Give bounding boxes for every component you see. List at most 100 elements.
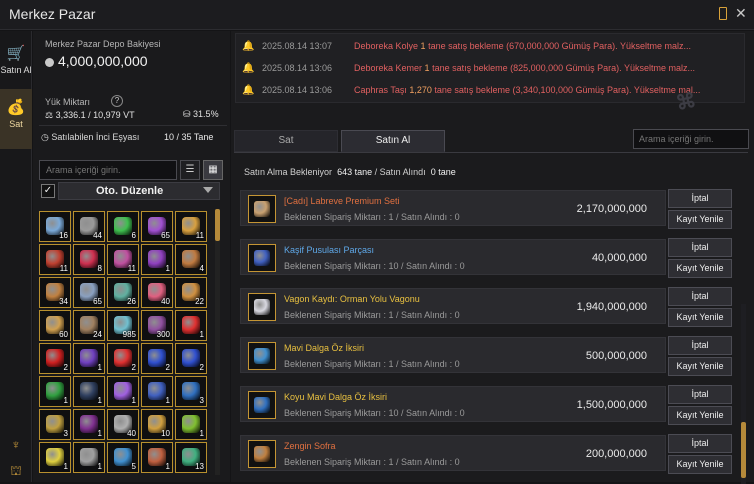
cancel-button[interactable]: İptal [668,385,732,404]
inventory-slot[interactable]: 11 [107,244,139,275]
inventory-search-input[interactable] [39,160,177,180]
order-row[interactable]: Zengin Sofra Beklenen Sipariş Miktarı : 1… [240,435,666,471]
inventory-slot[interactable]: 16 [39,211,71,242]
inventory-slot[interactable]: 22 [175,277,207,308]
inventory-slot[interactable]: 44 [73,211,105,242]
renew-button[interactable]: Kayıt Yenile [668,357,732,376]
inventory-slot[interactable]: 2 [141,343,173,374]
inventory-slot[interactable]: 1 [141,376,173,407]
wallet-title: Merkez Pazar Depo Bakiyesi [45,39,161,49]
item-count: 40 [127,429,136,438]
sidebar-item-buy[interactable]: 🛒 Satın Al [0,39,32,89]
sidebar-item-sell[interactable]: 💰 Sat [0,89,32,149]
order-row[interactable]: Koyu Mavi Dalga Öz İksiri Beklenen Sipari… [240,386,666,422]
chest-icon[interactable]: ⛫ [8,463,24,479]
sort-dropdown[interactable]: Oto. Düzenle [58,182,220,200]
inventory-slot[interactable]: 1 [73,343,105,374]
inventory-slot[interactable]: 11 [175,211,207,242]
inventory-slot[interactable]: 65 [73,277,105,308]
inventory-slot[interactable]: 1 [141,442,173,473]
inventory-slot[interactable]: 1 [39,442,71,473]
inventory-slot[interactable]: 1 [73,442,105,473]
order-scrollbar[interactable] [741,304,746,484]
renew-button[interactable]: Kayıt Yenile [668,455,732,474]
item-image [254,299,270,315]
inventory-slot[interactable]: 65 [141,211,173,242]
order-quantity: Beklenen Sipariş Miktarı : 10 / Satın Al… [284,408,465,418]
item-icon [148,250,166,268]
order-search-input[interactable] [633,129,749,149]
renew-button[interactable]: Kayıt Yenile [668,406,732,425]
inventory-slot[interactable]: 8 [73,244,105,275]
list-view-icon[interactable]: ☰ [180,160,200,180]
cancel-button[interactable]: İptal [668,287,732,306]
order-row[interactable]: Vagon Kaydı: Orman Yolu Vagonu Beklenen S… [240,288,666,324]
item-count: 1 [199,330,204,339]
market-main: 🔔 2025.08.14 13:07 Deboreka Kolye 1 tane s… [231,31,754,484]
inventory-scrollbar[interactable] [215,209,220,475]
inventory-slot[interactable]: 1 [175,409,207,440]
item-count: 1 [165,462,170,471]
item-count: 60 [59,330,68,339]
inventory-slot[interactable]: 3 [175,376,207,407]
inventory-slot[interactable]: 4 [175,244,207,275]
renew-button[interactable]: Kayıt Yenile [668,259,732,278]
inventory-slot[interactable]: 1 [107,376,139,407]
inventory-slot[interactable]: 11 [39,244,71,275]
tab-sell[interactable]: Sat [234,130,338,152]
item-count: 3 [63,429,68,438]
help-icon[interactable]: ? [111,95,123,107]
scrollbar-thumb[interactable] [741,422,746,478]
renew-button[interactable]: Kayıt Yenile [668,308,732,327]
inventory-slot[interactable]: 1 [73,376,105,407]
inventory-slot[interactable]: 2 [39,343,71,374]
item-count: 65 [93,297,102,306]
item-icon [182,250,200,268]
inventory-slot[interactable]: 2 [175,343,207,374]
order-quantity: Beklenen Sipariş Miktarı : 1 / Satın Alı… [284,212,460,222]
item-image [254,250,270,266]
inventory-slot[interactable]: 60 [39,310,71,341]
order-row[interactable]: Kaşif Pusulası Parçası Beklenen Sipariş M… [240,239,666,275]
inventory-slot[interactable]: 1 [141,244,173,275]
inventory-slot[interactable]: 10 [141,409,173,440]
order-row[interactable]: [Cadı] Labreve Premium Seti Beklenen Sipa… [240,190,666,226]
item-icon [80,250,98,268]
order-row[interactable]: Mavi Dalga Öz İksiri Beklenen Sipariş Mik… [240,337,666,373]
scrollbar-thumb[interactable] [215,209,220,241]
cancel-button[interactable]: İptal [668,434,732,453]
phone-icon[interactable] [719,7,727,20]
inventory-slot[interactable]: 40 [141,277,173,308]
cancel-button[interactable]: İptal [668,189,732,208]
inventory-slot[interactable]: 26 [107,277,139,308]
item-icon [46,415,64,433]
renew-button[interactable]: Kayıt Yenile [668,210,732,229]
inventory-slot[interactable]: 2 [107,343,139,374]
close-icon[interactable]: ✕ [735,5,747,22]
item-icon [80,382,98,400]
silver-coin-icon [45,57,54,67]
inventory-slot[interactable]: 5 [107,442,139,473]
inventory-slot[interactable]: 13 [175,442,207,473]
item-icon [80,448,98,466]
item-icon [182,415,200,433]
inventory-slot[interactable]: 34 [39,277,71,308]
inventory-slot[interactable]: 3 [39,409,71,440]
inventory-slot[interactable]: 1 [73,409,105,440]
auto-sort-checkbox[interactable]: ✓ [41,184,55,198]
tab-buy[interactable]: Satın Al [341,130,445,152]
inventory-slot[interactable]: 1 [175,310,207,341]
inventory-slot[interactable]: 6 [107,211,139,242]
inventory-slot[interactable]: 300 [141,310,173,341]
inventory-slot[interactable]: 40 [107,409,139,440]
tree-icon[interactable]: ♆ [8,437,24,453]
weight-value: ⚖ 3,336.1 / 10,979 VT [45,110,135,120]
inventory-slot[interactable]: 1 [39,376,71,407]
item-count: 11 [59,264,68,273]
item-count: 11 [127,264,136,273]
cancel-button[interactable]: İptal [668,336,732,355]
cancel-button[interactable]: İptal [668,238,732,257]
grid-view-icon[interactable]: ▦ [203,160,223,180]
inventory-slot[interactable]: 985 [107,310,139,341]
inventory-slot[interactable]: 24 [73,310,105,341]
